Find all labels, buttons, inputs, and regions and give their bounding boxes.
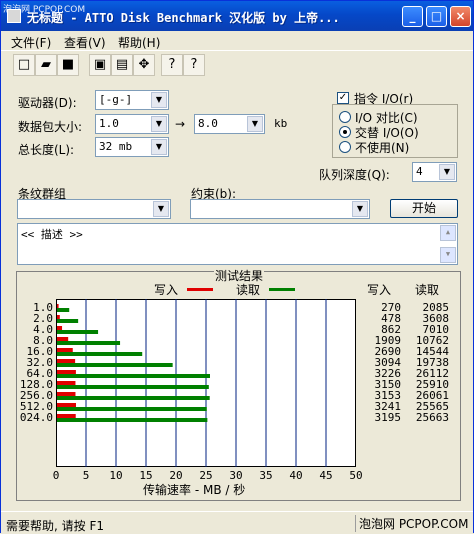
write-bar	[57, 326, 63, 330]
x-axis-label: 传输速率 - MB / 秒	[143, 483, 246, 497]
x-tick-label: 50	[349, 469, 362, 482]
write-bar	[57, 370, 76, 374]
write-bar	[57, 348, 73, 352]
chart-svg: 0 5 10 15 20 25 30 35 40 45 501.0 270 20852.0 478 3608…	[20, 299, 449, 482]
write-bar	[57, 359, 76, 363]
write-bar	[57, 315, 60, 319]
x-tick-label: 35	[259, 469, 272, 482]
write-bar	[57, 304, 59, 308]
read-bar	[57, 308, 70, 312]
read-value: 25663	[416, 411, 449, 424]
write-value: 3195	[375, 411, 402, 424]
status-text: 需要帮助, 请按 F1	[6, 519, 104, 533]
read-bar	[57, 363, 173, 367]
read-bar	[57, 385, 209, 389]
read-bar	[57, 396, 210, 400]
read-bar	[57, 374, 210, 378]
x-tick-label: 40	[289, 469, 302, 482]
write-bar	[57, 381, 76, 385]
read-bar	[57, 352, 143, 356]
read-bar	[57, 319, 79, 323]
write-bar	[57, 403, 76, 407]
status-bar: 需要帮助, 请按 F1 泡泡网 PCPOP.COM	[1, 511, 473, 533]
x-tick-label: 45	[319, 469, 332, 482]
write-bar	[57, 414, 76, 418]
status-brand: 泡泡网 PCPOP.COM	[355, 515, 471, 532]
read-bar	[57, 407, 207, 411]
x-tick-label: 0	[53, 469, 60, 482]
write-bar	[57, 337, 69, 341]
atto-window: 泡泡网 PCPOP.COM 无标题 - ATTO Disk Benchmark …	[0, 0, 474, 533]
x-tick-label: 5	[83, 469, 90, 482]
read-bar	[57, 330, 99, 334]
read-bar	[57, 341, 121, 345]
x-tick-label: 10	[109, 469, 122, 482]
packet-size-tick: 024.0	[20, 411, 53, 424]
read-bar	[57, 418, 208, 422]
write-bar	[57, 392, 76, 396]
